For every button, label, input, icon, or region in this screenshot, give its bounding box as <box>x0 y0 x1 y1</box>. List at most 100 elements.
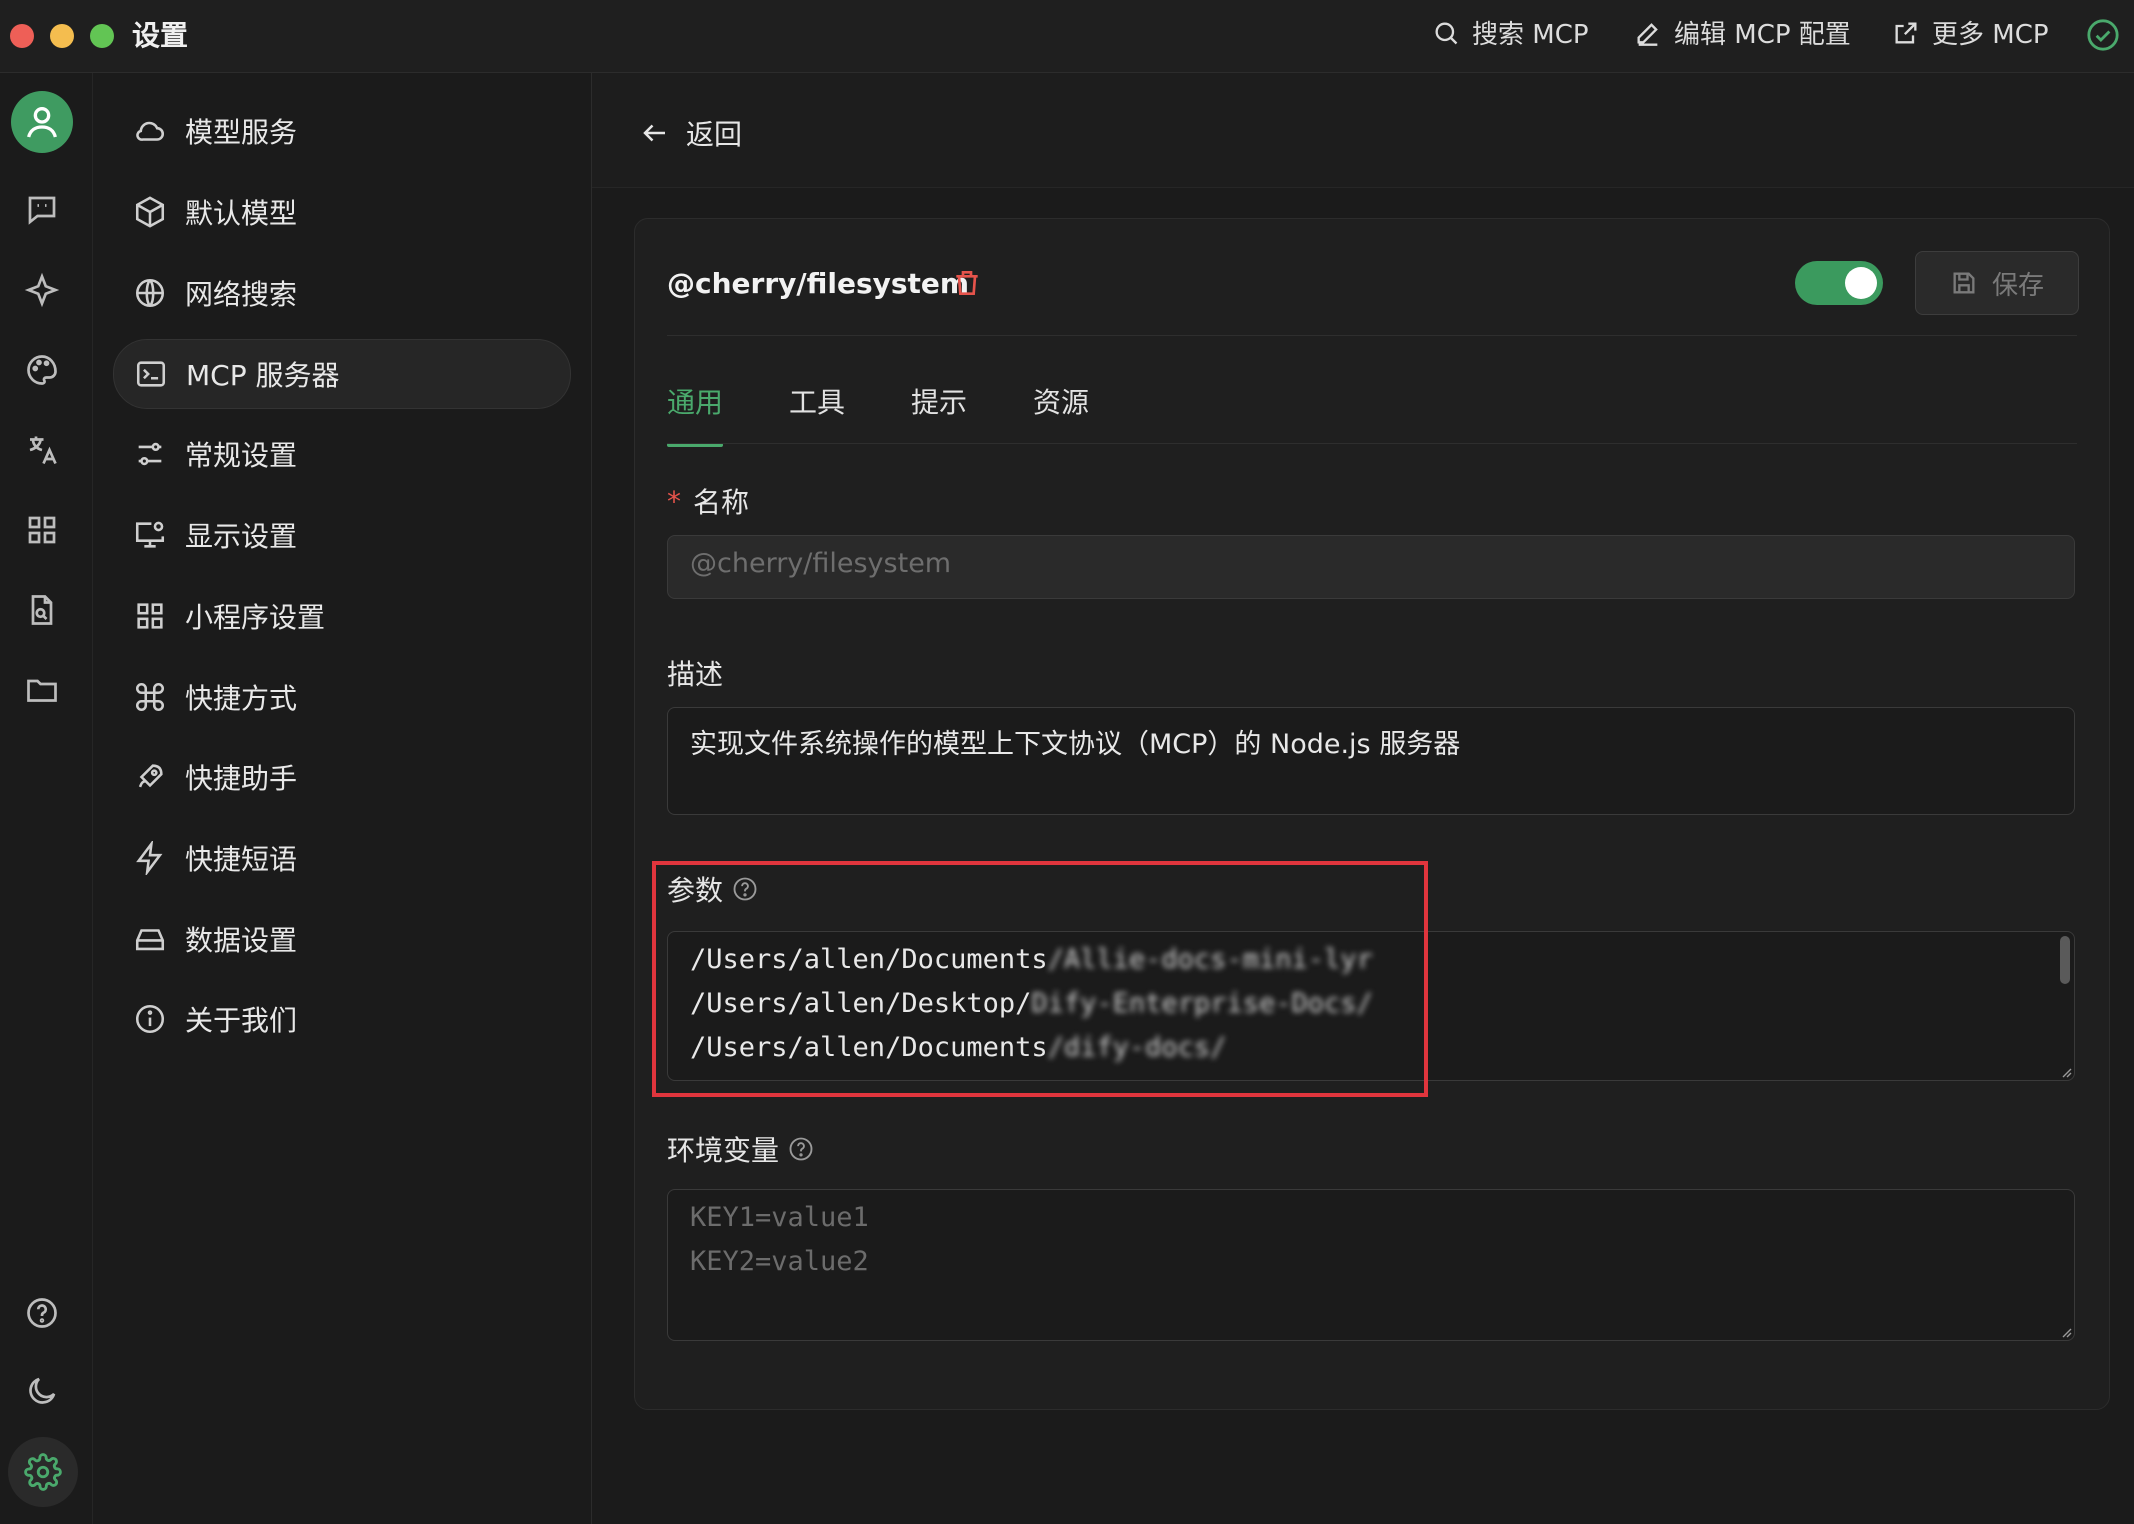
cube-icon <box>135 196 165 228</box>
server-enabled-toggle[interactable] <box>1795 261 1883 305</box>
description-label-text: 描述 <box>667 658 724 691</box>
required-mark: * <box>667 484 681 518</box>
more-mcp-label: 更多 MCP <box>1932 20 2049 50</box>
menu-item-label: 数据设置 <box>185 924 298 957</box>
menu-item-web-search[interactable]: 网络搜索 <box>113 259 569 327</box>
save-button[interactable]: 保存 <box>1915 251 2079 315</box>
file-search-icon <box>31 595 53 625</box>
cloud-icon <box>136 121 164 141</box>
menu-item-label: 快捷方式 <box>185 682 298 715</box>
save-label: 保存 <box>1991 270 2044 301</box>
translate-icon <box>29 436 57 465</box>
search-mcp-button[interactable]: 搜索 MCP <box>1432 14 1589 51</box>
menu-item-label: 快捷短语 <box>185 843 298 876</box>
icon-rail <box>0 73 93 1524</box>
menu-item-label: 默认模型 <box>185 197 298 230</box>
menu-item-display-settings[interactable]: 显示设置 <box>113 501 569 569</box>
edit-mcp-config-button[interactable]: 编辑 MCP 配置 <box>1634 14 1851 51</box>
menu-item-quick-phrases[interactable]: 快捷短语 <box>113 824 569 892</box>
menu-item-shortcuts[interactable]: 快捷方式 <box>113 663 569 731</box>
highlight-box <box>652 861 1428 1097</box>
tab-resources[interactable]: 资源 <box>1033 381 1089 447</box>
globe-icon <box>135 278 165 308</box>
window-title: 设置 <box>132 19 189 52</box>
main-panel: 返回 @cherry/filesystem 保存 通用 工具 提示 资源 * 名… <box>592 73 2134 1524</box>
rail-assistant[interactable] <box>22 270 62 310</box>
menu-item-label: 网络搜索 <box>185 278 298 311</box>
description-value: 实现文件系统操作的模型上下文协议（MCP）的 Node.js 服务器 <box>690 729 1461 760</box>
rail-folder[interactable] <box>22 670 62 710</box>
env-textarea[interactable]: KEY1=value1 KEY2=value2 <box>667 1189 2075 1341</box>
menu-item-miniapp-settings[interactable]: 小程序设置 <box>113 582 569 650</box>
args-scrollbar[interactable] <box>2060 936 2070 984</box>
terminal-icon <box>136 361 166 387</box>
resize-handle-icon[interactable] <box>2060 1326 2072 1338</box>
env-label-text: 环境变量 <box>667 1134 780 1167</box>
rail-theme[interactable] <box>22 1371 62 1411</box>
title-bar: 设置 搜索 MCP 编辑 MCP 配置 更多 MCP <box>0 0 2134 73</box>
palette-icon <box>27 355 57 385</box>
pencil-icon <box>1637 22 1658 46</box>
search-mcp-label: 搜索 MCP <box>1472 20 1589 50</box>
menu-item-model-service[interactable]: 模型服务 <box>113 97 569 165</box>
info-icon <box>135 1004 165 1034</box>
grid-icon <box>137 603 163 629</box>
env-placeholder-line: KEY2=value2 <box>690 1246 869 1277</box>
menu-item-about[interactable]: 关于我们 <box>113 985 569 1053</box>
monitor-settings-icon <box>135 521 165 548</box>
trash-icon[interactable] <box>951 267 983 299</box>
tab-bar: 通用 工具 提示 资源 <box>667 381 1155 447</box>
hard-drive-icon <box>135 929 165 951</box>
header-divider <box>667 335 2077 336</box>
server-name: @cherry/filesystem <box>667 267 970 300</box>
rail-help[interactable] <box>22 1293 62 1333</box>
menu-item-label: 小程序设置 <box>185 601 326 634</box>
menu-item-data-settings[interactable]: 数据设置 <box>113 905 569 973</box>
rocket-icon <box>138 764 163 788</box>
command-icon <box>135 682 165 712</box>
check-circle-icon <box>2087 19 2119 51</box>
settings-menu: 模型服务 默认模型 网络搜索 MCP 服务器 常规设置 显示设置 小程序设置 快… <box>93 73 592 1524</box>
rail-chat[interactable] <box>22 190 62 230</box>
tab-prompts[interactable]: 提示 <box>911 381 967 447</box>
rail-apps[interactable] <box>22 510 62 550</box>
search-icon <box>1435 22 1458 44</box>
rail-files[interactable] <box>22 590 62 630</box>
window-zoom-button[interactable] <box>90 24 114 48</box>
toggle-knob <box>1845 267 1877 299</box>
description-textarea[interactable]: 实现文件系统操作的模型上下文协议（MCP）的 Node.js 服务器 <box>667 707 2075 815</box>
menu-item-label: 快捷助手 <box>185 762 298 795</box>
chat-icon <box>28 196 56 225</box>
description-label: 描述 <box>667 653 723 693</box>
menu-item-label: 显示设置 <box>185 520 298 553</box>
menu-item-general-settings[interactable]: 常规设置 <box>113 420 569 488</box>
moon-icon <box>29 1377 56 1404</box>
rail-translate[interactable] <box>22 430 62 470</box>
resize-handle-icon[interactable] <box>2060 1066 2072 1078</box>
name-input[interactable]: @cherry/filesystem <box>667 535 2075 599</box>
menu-item-quick-assistant[interactable]: 快捷助手 <box>113 743 569 811</box>
rail-settings[interactable] <box>8 1437 78 1507</box>
more-mcp-button[interactable]: 更多 MCP <box>1892 14 2049 51</box>
save-icon <box>1953 272 1975 294</box>
env-placeholder-line: KEY1=value1 <box>690 1202 869 1233</box>
mcp-server-card: @cherry/filesystem 保存 通用 工具 提示 资源 * 名称 @… <box>634 218 2110 1410</box>
back-label: 返回 <box>686 118 743 151</box>
name-label: * 名称 <box>667 481 749 521</box>
menu-item-label: 模型服务 <box>185 116 298 149</box>
rail-paint[interactable] <box>22 350 62 390</box>
help-icon <box>27 1298 57 1328</box>
apps-icon <box>28 516 56 544</box>
window-close-button[interactable] <box>10 24 34 48</box>
sparkle-icon <box>24 272 60 308</box>
menu-item-mcp-servers[interactable]: MCP 服务器 <box>113 339 571 409</box>
tab-tools[interactable]: 工具 <box>789 381 845 447</box>
window-minimize-button[interactable] <box>50 24 74 48</box>
menu-item-default-model[interactable]: 默认模型 <box>113 178 569 246</box>
back-button[interactable]: 返回 <box>640 113 742 153</box>
user-avatar[interactable] <box>11 91 73 153</box>
menu-item-label: MCP 服务器 <box>186 359 340 392</box>
tab-general[interactable]: 通用 <box>667 381 724 447</box>
question-circle-icon[interactable] <box>787 1135 815 1163</box>
arrow-left-icon <box>643 124 665 142</box>
